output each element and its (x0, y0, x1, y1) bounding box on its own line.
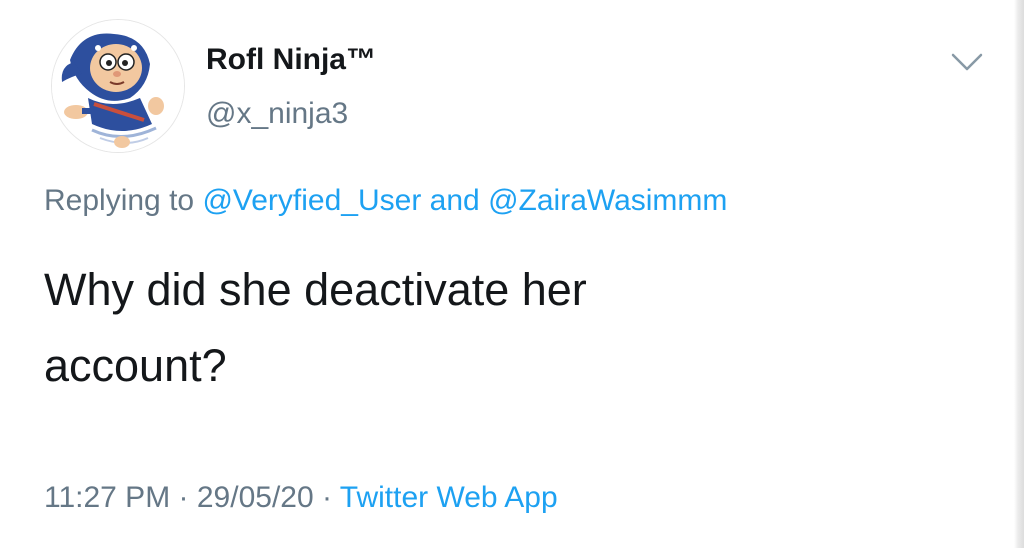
mention-conjunction[interactable]: and (430, 184, 480, 217)
replying-to-line: Replying to @Veryfied_User and @ZairaWas… (44, 182, 727, 220)
tweet-text: Why did she deactivate her account? (44, 252, 904, 404)
user-handle[interactable]: @x_ninja3 (206, 96, 348, 132)
tweet-source-link[interactable]: Twitter Web App (340, 481, 558, 514)
display-name[interactable]: Rofl Ninja™ (206, 42, 376, 78)
tweet-card: Rofl Ninja™ @x_ninja3 Replying to @Veryf… (0, 0, 1024, 548)
mention-link-1[interactable]: @Veryfied_User (202, 184, 421, 217)
tweet-meta: 11:27 PM · 29/05/20 · Twitter Web App (44, 478, 558, 518)
mention-link-2[interactable]: @ZairaWasimmm (488, 184, 727, 217)
ninja-avatar-image (52, 20, 184, 152)
replying-to-label: Replying to (44, 184, 195, 217)
meta-separator-2: · (322, 481, 332, 514)
meta-separator-1: · (178, 481, 189, 514)
tweet-text-line-2: account? (44, 340, 227, 391)
tweet-time[interactable]: 11:27 PM (44, 481, 170, 514)
avatar[interactable] (52, 20, 184, 152)
scrollbar-edge (1014, 0, 1024, 548)
chevron-down-icon[interactable] (950, 50, 984, 74)
tweet-date[interactable]: 29/05/20 (197, 481, 314, 514)
tweet-text-line-1: Why did she deactivate her (44, 264, 587, 315)
